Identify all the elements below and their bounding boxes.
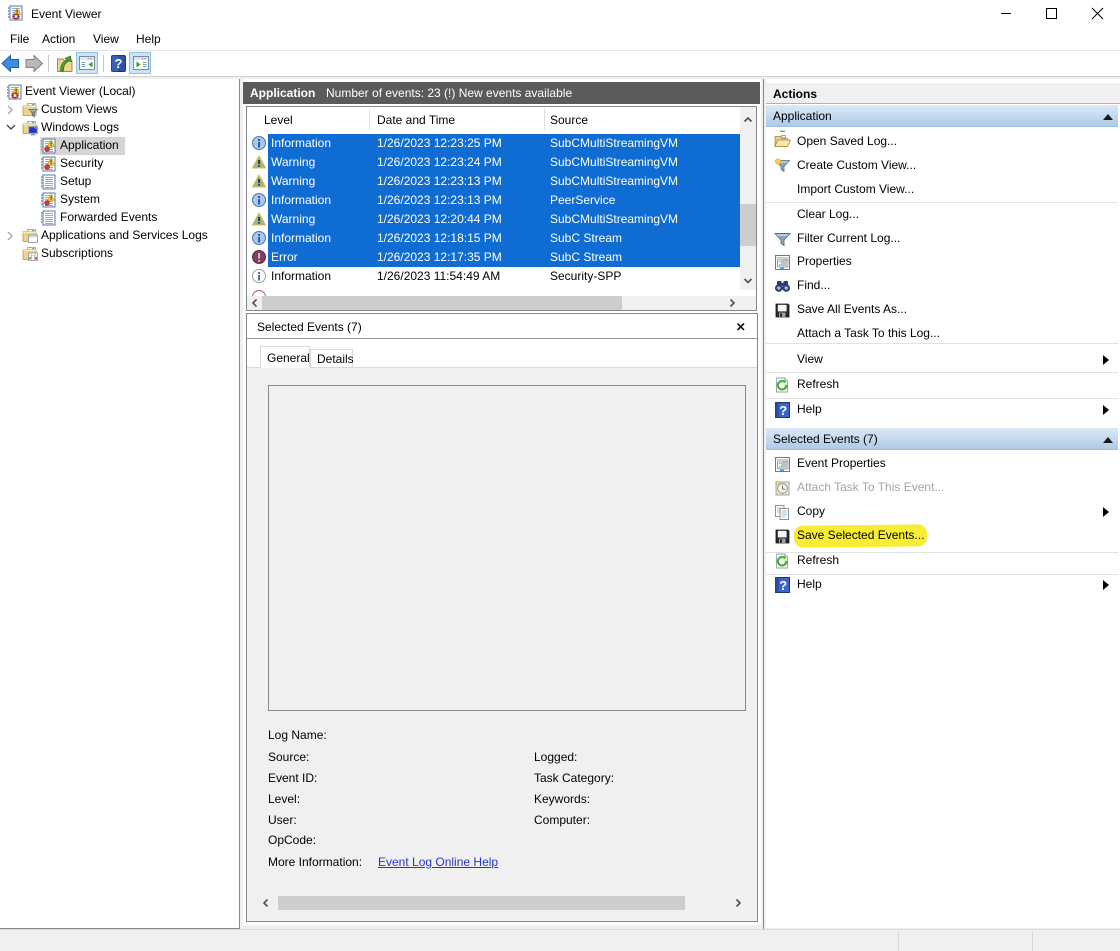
svg-text:?: ? — [115, 56, 123, 71]
svg-text:?: ? — [779, 403, 787, 418]
svg-text:?: ? — [779, 578, 787, 593]
